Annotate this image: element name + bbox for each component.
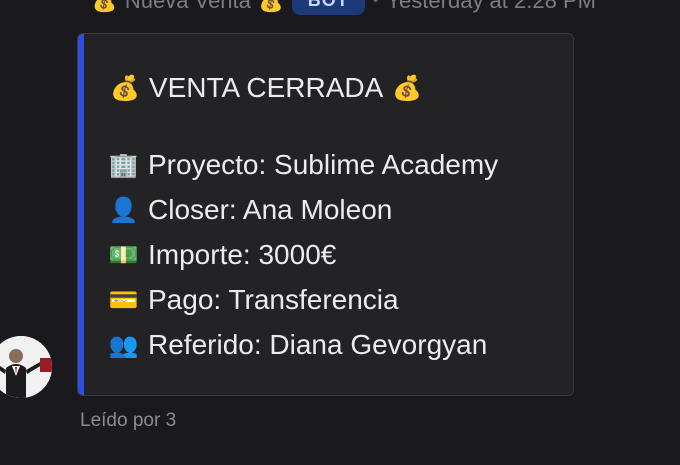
money-bag-icon: 💰 bbox=[392, 74, 423, 102]
project-line: 🏢 Proyecto: Sublime Academy bbox=[108, 148, 499, 182]
message-title-text: VENTA CERRADA bbox=[148, 72, 384, 103]
avatar[interactable] bbox=[0, 336, 52, 398]
referral-line: 👥 Referido: Diana Gevorgyan bbox=[108, 328, 488, 362]
money-bag-icon: 💰 bbox=[258, 0, 284, 13]
amount-line: 💵 Importe: 3000€ bbox=[108, 238, 337, 272]
separator: • bbox=[372, 0, 379, 9]
referral-text: Referido: Diana Gevorgyan bbox=[148, 329, 488, 360]
payment-line: 💳 Pago: Transferencia bbox=[108, 283, 399, 317]
closer-text: Closer: Ana Moleon bbox=[148, 194, 393, 225]
message-header: 💰 Nueva Venta 💰 BOT • Yesterday at 2:28 … bbox=[92, 0, 596, 16]
message-card: 💰 VENTA CERRADA 💰 🏢 Proyecto: Sublime Ac… bbox=[77, 33, 574, 396]
bot-badge: BOT bbox=[291, 0, 365, 15]
closer-line: 👤 Closer: Ana Moleon bbox=[108, 193, 393, 227]
money-bag-icon: 💰 bbox=[92, 0, 117, 13]
office-building-icon: 🏢 bbox=[108, 151, 139, 179]
banknote-icon: 💵 bbox=[108, 241, 139, 269]
message-title: 💰 VENTA CERRADA 💰 bbox=[110, 71, 422, 105]
credit-card-icon: 💳 bbox=[108, 286, 139, 314]
timestamp: Yesterday at 2:28 PM bbox=[386, 0, 596, 13]
sender-name[interactable]: Nueva Venta bbox=[125, 0, 251, 14]
money-bag-icon: 💰 bbox=[110, 74, 140, 102]
amount-text: Importe: 3000€ bbox=[148, 239, 337, 270]
project-text: Proyecto: Sublime Academy bbox=[148, 149, 499, 180]
accent-bar bbox=[78, 34, 84, 395]
payment-text: Pago: Transferencia bbox=[148, 284, 399, 315]
read-receipt[interactable]: Leído por 3 bbox=[80, 410, 176, 432]
person-icon: 👤 bbox=[108, 196, 139, 224]
people-icon: 👥 bbox=[108, 331, 139, 359]
